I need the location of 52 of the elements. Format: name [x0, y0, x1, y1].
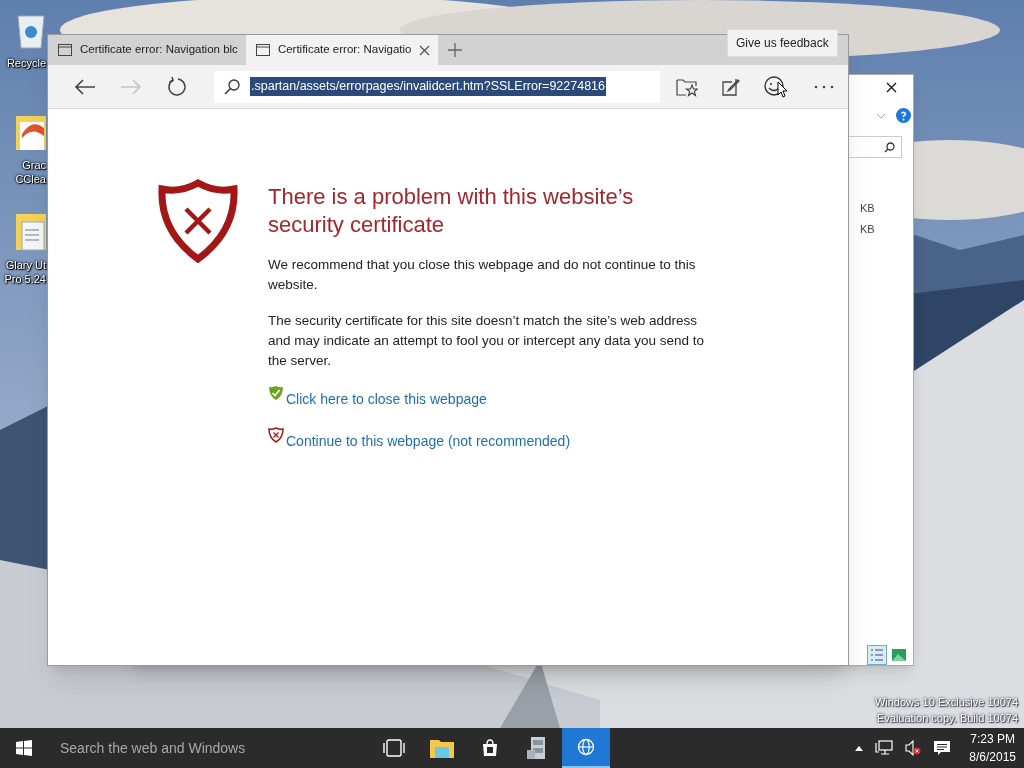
search-box[interactable]: Search the web and Windows	[48, 728, 368, 768]
shield-check-icon	[268, 385, 284, 401]
search-field[interactable]	[848, 136, 902, 158]
file-size: KB	[860, 222, 875, 237]
url-text: .spartan/assets/errorpages/invalidcert.htm?SSLError=92274816	[250, 77, 607, 96]
network-icon[interactable]	[875, 740, 894, 756]
browser-tab[interactable]: Certificate error: Navigatio	[245, 35, 439, 65]
windows-logo-icon	[16, 740, 32, 756]
close-icon	[885, 81, 897, 93]
search-icon	[884, 141, 895, 153]
more-icon[interactable]	[814, 84, 834, 89]
icon-label: Glary Ut	[5, 258, 47, 272]
icon-label: Pro 5.24	[4, 272, 47, 286]
icon-label: CClea	[15, 172, 47, 186]
page-icon	[58, 44, 72, 56]
tooltip: Give us feedback	[727, 29, 838, 57]
smiley-icon[interactable]	[764, 75, 790, 98]
document-icon[interactable]	[13, 212, 47, 252]
address-bar[interactable]: .spartan/assets/errorpages/invalidcert.htm?SSLError=92274816	[214, 70, 660, 103]
error-heading: There is a problem with this website’s security certificate	[268, 183, 635, 239]
watermark-text: Windows 10 Exclusive 10074	[874, 695, 1018, 710]
shopping-bag-icon	[481, 739, 499, 757]
tab-title: Certificate error: Navigatio	[277, 42, 412, 58]
search-icon	[224, 78, 240, 95]
help-icon[interactable]	[896, 108, 911, 123]
refresh-icon	[167, 76, 187, 97]
link[interactable]: Continue to this webpage (not recommended)	[286, 431, 571, 451]
paragraph: We recommend that you close this webpage and do not continue to this website.	[268, 256, 697, 294]
page-icon	[255, 44, 270, 56]
hub-icon[interactable]	[676, 76, 698, 97]
folder-icon	[430, 738, 454, 758]
icon-label: Grac	[22, 158, 47, 172]
forward-icon	[120, 77, 142, 96]
caret-icon[interactable]	[855, 745, 864, 751]
shield-x-icon	[268, 427, 284, 443]
paragraph: The security certificate for this site doesn’t match the site’s web address and may indicate an attempt to fool you or intercept any data you send to the server.	[268, 312, 706, 370]
watermark-text: Evaluation copy. Build 10074	[876, 711, 1018, 726]
new-tab-icon[interactable]	[448, 43, 463, 57]
file-size: KB	[860, 201, 875, 216]
clock[interactable]: 7:23 PM 8/6/2015	[969, 730, 1016, 766]
muted-speaker-icon[interactable]	[905, 740, 922, 756]
notification-icon[interactable]	[933, 740, 952, 756]
tab-title: Certificate error: Navigation blc	[80, 42, 238, 58]
task-view-icon	[383, 739, 405, 757]
note-pen-icon[interactable]	[722, 77, 740, 96]
thumbnail-view-icon[interactable]	[892, 649, 906, 661]
shield-icon	[158, 179, 238, 263]
link[interactable]: Click here to close this webpage	[286, 389, 487, 409]
globe-icon	[577, 738, 595, 756]
icon-label: Recycle	[6, 56, 47, 70]
close-icon[interactable]	[419, 44, 431, 56]
back-icon	[74, 77, 96, 96]
